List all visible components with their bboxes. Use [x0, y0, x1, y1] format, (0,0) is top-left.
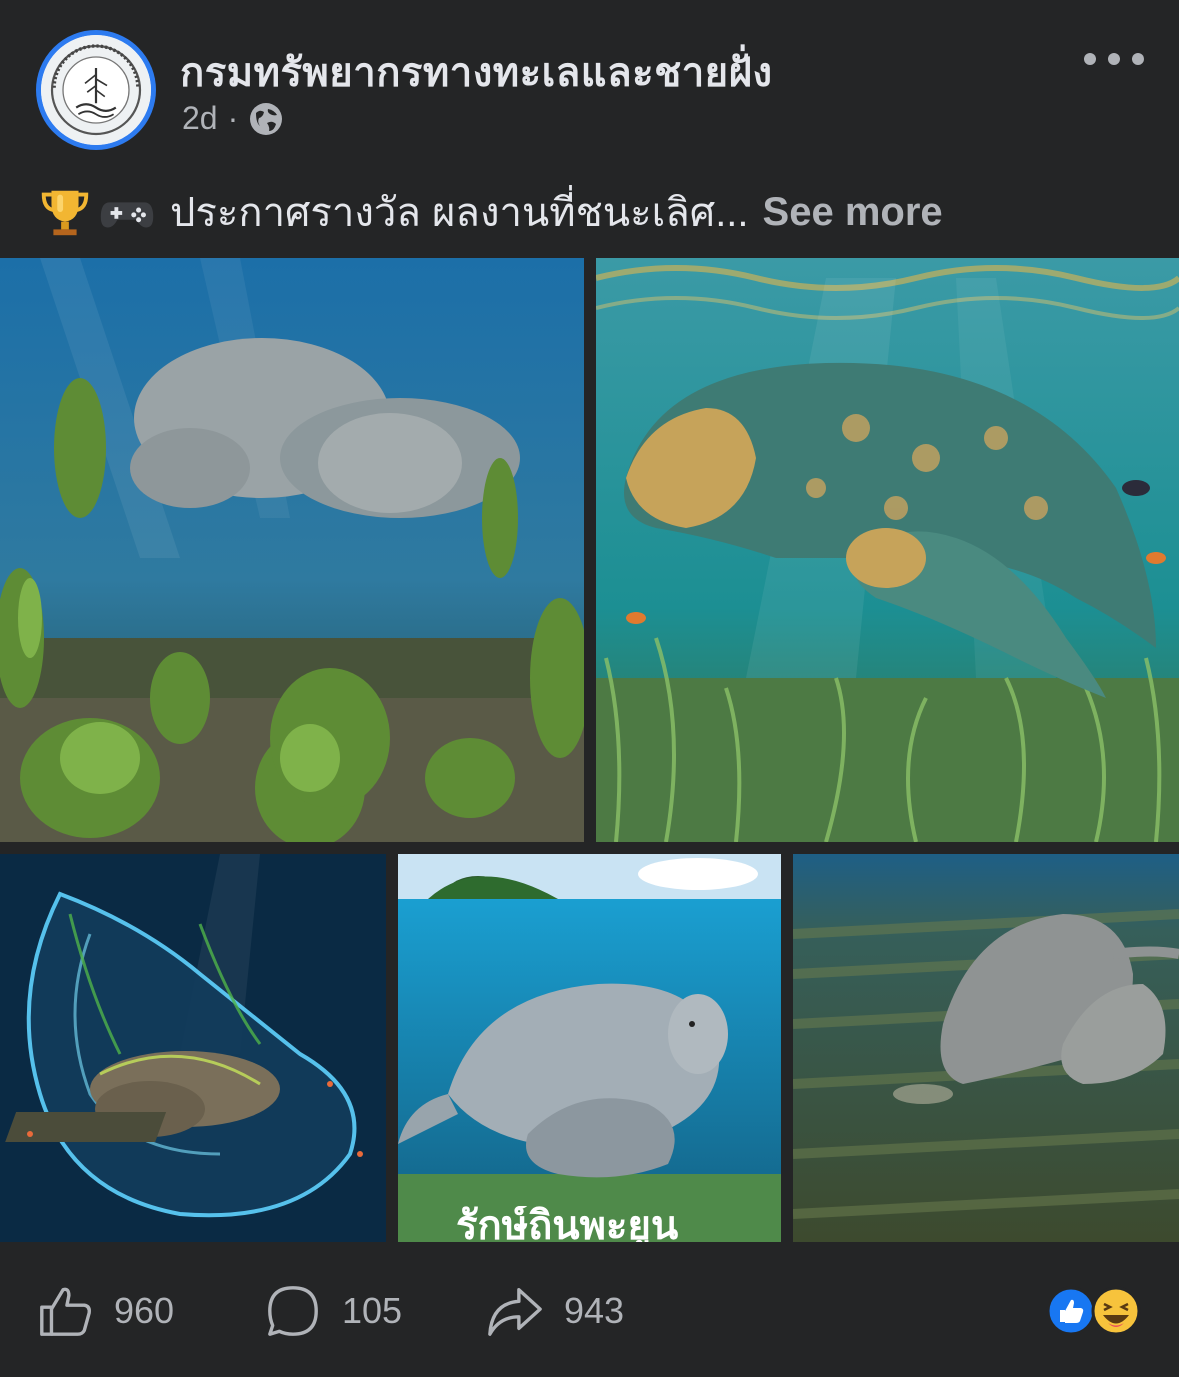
like-button[interactable]: 960: [36, 1282, 174, 1340]
share-icon: [488, 1288, 542, 1336]
dugong-ornamental-illustration[interactable]: [596, 258, 1179, 842]
more-options-button[interactable]: [1084, 44, 1144, 74]
page-avatar[interactable]: [36, 30, 156, 150]
post-timestamp[interactable]: 2d: [182, 100, 218, 137]
like-reaction-icon: [1046, 1286, 1096, 1336]
more-dot-icon: [1108, 53, 1120, 65]
poster-overlay-text: รักษ์ถิ่นพะยูน: [456, 1206, 679, 1242]
like-count: 960: [114, 1290, 175, 1331]
game-controller-icon: [100, 202, 154, 228]
share-count: 943: [564, 1290, 625, 1331]
dugong-glowing-hands-illustration[interactable]: [0, 854, 386, 1242]
comment-count: 105: [342, 1290, 403, 1331]
globe-icon: [250, 102, 283, 135]
post-header: กรมทรัพยากรทางทะเลและชายฝั่ง 2d ·: [0, 0, 1179, 160]
more-dot-icon: [1084, 53, 1096, 65]
dugong-grazing-photo[interactable]: [793, 854, 1179, 1242]
thumbs-up-icon: [40, 1287, 91, 1336]
meta-separator: ·: [227, 100, 239, 136]
comment-button[interactable]: 105: [264, 1282, 402, 1340]
post-caption: ประกาศรางวัล ผลงานที่ชนะเลิศ... See more: [36, 180, 943, 244]
trophy-icon: [41, 190, 89, 236]
post-meta: 2d ·: [182, 100, 284, 137]
more-dot-icon: [1132, 53, 1144, 65]
share-button[interactable]: 943: [486, 1282, 624, 1340]
haha-reaction-icon: [1091, 1286, 1141, 1336]
media-grid: รักษ์ถิ่นพะยูน: [0, 258, 1179, 1242]
dugong-seagrass-photo[interactable]: [0, 258, 584, 842]
dugong-poster[interactable]: รักษ์ถิ่นพะยูน: [398, 854, 781, 1242]
page-name[interactable]: กรมทรัพยากรทางทะเลและชายฝั่ง: [180, 40, 773, 104]
reactions-summary[interactable]: [1046, 1286, 1146, 1336]
comment-icon: [268, 1286, 318, 1336]
caption-text: ประกาศรางวัล ผลงานที่ชนะเลิศ...: [170, 191, 749, 235]
see-more-link[interactable]: See more: [763, 190, 943, 235]
